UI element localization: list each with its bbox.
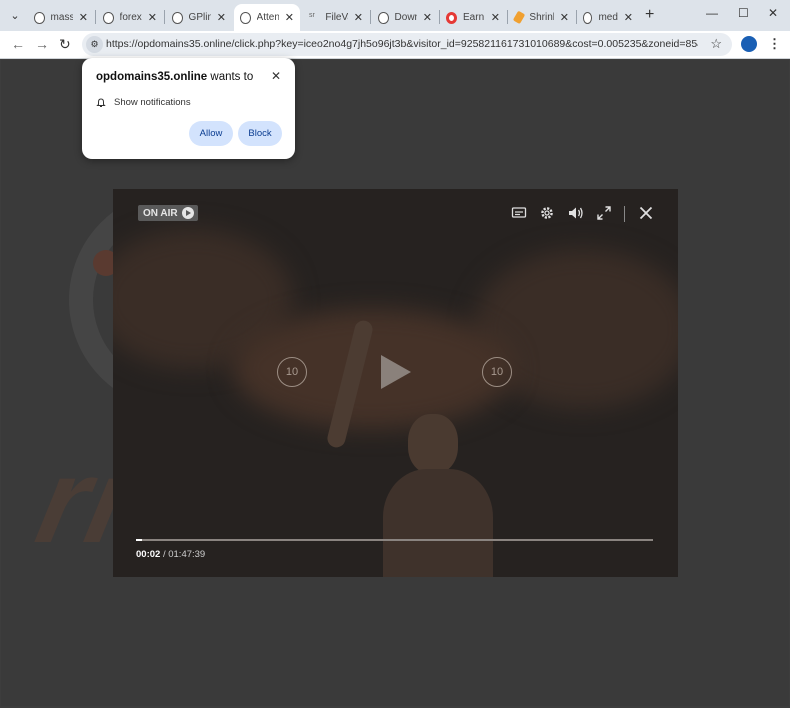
tab-down[interactable]: Down ✕	[372, 4, 438, 31]
close-tab-icon[interactable]: ✕	[354, 11, 363, 24]
tab-title: FileVa	[325, 12, 348, 23]
tab-forex[interactable]: forex ✕	[97, 4, 163, 31]
progress-bar[interactable]	[136, 539, 653, 541]
new-tab-button[interactable]: +	[645, 6, 654, 24]
rewind-seconds: 10	[285, 366, 299, 378]
close-tab-icon[interactable]: ✕	[624, 11, 633, 24]
video-frame-figure-body	[383, 469, 493, 577]
permission-domain: opdomains35.online	[96, 71, 208, 83]
back-icon[interactable]: ←	[11, 36, 25, 52]
minimize-icon[interactable]: —	[706, 6, 718, 20]
tab-strip: ⌄ mass ✕ forex ✕ GPlink ✕ Attention ✕ sr…	[0, 0, 790, 31]
tab-mass[interactable]: mass ✕	[28, 4, 94, 31]
maximize-icon[interactable]: ☐	[738, 6, 749, 20]
play-icon[interactable]	[381, 355, 411, 389]
bell-icon	[96, 97, 106, 107]
tab-title: Attention	[256, 12, 279, 23]
permission-suffix: wants to	[210, 71, 254, 83]
globe-icon	[378, 11, 389, 24]
close-icon[interactable]: ✕	[271, 69, 281, 83]
close-tab-icon[interactable]: ✕	[285, 11, 294, 24]
video-player[interactable]: ON AIR 10 10 00:02 / 01:47:39	[113, 189, 678, 577]
permission-request: Show notifications	[96, 97, 191, 108]
on-air-badge: ON AIR	[138, 205, 198, 221]
allow-button[interactable]: Allow	[189, 121, 233, 146]
bookmark-star-icon[interactable]: ☆	[710, 36, 722, 52]
tab-divider	[95, 10, 96, 24]
close-tab-icon[interactable]: ✕	[148, 11, 157, 24]
tab-title: forex	[119, 12, 142, 23]
browser-toolbar: ← → ↻ ⚙ https://opdomains35.online/click…	[0, 31, 790, 59]
tab-search-button[interactable]: ⌄	[5, 5, 25, 25]
close-tab-icon[interactable]: ✕	[423, 11, 432, 24]
target-icon	[446, 11, 458, 24]
captions-icon[interactable]	[511, 205, 527, 221]
window-close-icon[interactable]: ✕	[768, 6, 778, 20]
tab-divider	[370, 10, 371, 24]
play-circle-icon	[181, 207, 194, 219]
permission-title: opdomains35.online wants to	[96, 71, 253, 83]
volume-icon[interactable]	[567, 205, 585, 221]
close-tab-icon[interactable]: ✕	[491, 11, 500, 24]
tab-title: Shrink	[529, 12, 553, 23]
url-text[interactable]: https://opdomains35.online/click.php?key…	[106, 38, 698, 50]
tab-attention[interactable]: Attention ✕	[234, 4, 300, 31]
forward-seconds: 10	[490, 366, 504, 378]
fullscreen-icon[interactable]	[596, 205, 612, 221]
tab-divider	[507, 10, 508, 24]
close-icon[interactable]	[638, 205, 654, 221]
video-frame-figure-head	[408, 414, 458, 474]
tab-divider	[164, 10, 165, 24]
notification-permission-popup: opdomains35.online wants to ✕ Show notif…	[82, 58, 295, 159]
profile-avatar-icon[interactable]	[741, 36, 757, 52]
tab-title: Down	[394, 12, 417, 23]
tab-title: Earn	[463, 12, 485, 23]
tab-earn[interactable]: Earn ✕	[440, 4, 506, 31]
on-air-label: ON AIR	[143, 207, 178, 219]
forward-10-icon[interactable]: 10	[482, 357, 512, 387]
block-button[interactable]: Block	[238, 121, 282, 146]
current-time: 00:02	[136, 549, 161, 560]
globe-icon	[172, 11, 183, 24]
tab-title: GPlink	[188, 12, 211, 23]
globe-icon	[240, 11, 251, 24]
site-info-icon[interactable]: ⚙	[86, 36, 103, 53]
globe-icon	[583, 11, 593, 24]
close-tab-icon[interactable]: ✕	[560, 11, 569, 24]
duration: 01:47:39	[168, 549, 206, 560]
address-bar[interactable]: ⚙ https://opdomains35.online/click.php?k…	[82, 33, 732, 56]
globe-icon	[103, 11, 114, 24]
tab-title: mass	[50, 12, 73, 23]
video-frame-cloud	[233, 309, 513, 429]
close-tab-icon[interactable]: ✕	[217, 11, 226, 24]
hand-icon	[512, 10, 526, 25]
menu-kebab-icon[interactable]: ⋮	[768, 36, 781, 52]
tab-media[interactable]: media ✕	[577, 4, 639, 31]
tab-title: media	[598, 12, 618, 23]
progress-fill	[136, 539, 143, 541]
close-tab-icon[interactable]: ✕	[79, 11, 88, 24]
sr-icon: sr	[309, 11, 315, 19]
reload-icon[interactable]: ↻	[59, 36, 71, 53]
time-display: 00:02 / 01:47:39	[136, 549, 205, 560]
permission-request-label: Show notifications	[114, 97, 191, 108]
tab-fileva[interactable]: sr FileVa ✕	[303, 4, 369, 31]
tab-shrink[interactable]: Shrink ✕	[509, 4, 575, 31]
search-globe-icon	[34, 11, 45, 24]
rewind-10-icon[interactable]: 10	[277, 357, 307, 387]
control-divider	[624, 206, 625, 222]
forward-icon[interactable]: →	[35, 36, 49, 52]
tab-gplink[interactable]: GPlink ✕	[166, 4, 232, 31]
settings-gear-icon[interactable]	[539, 205, 555, 221]
